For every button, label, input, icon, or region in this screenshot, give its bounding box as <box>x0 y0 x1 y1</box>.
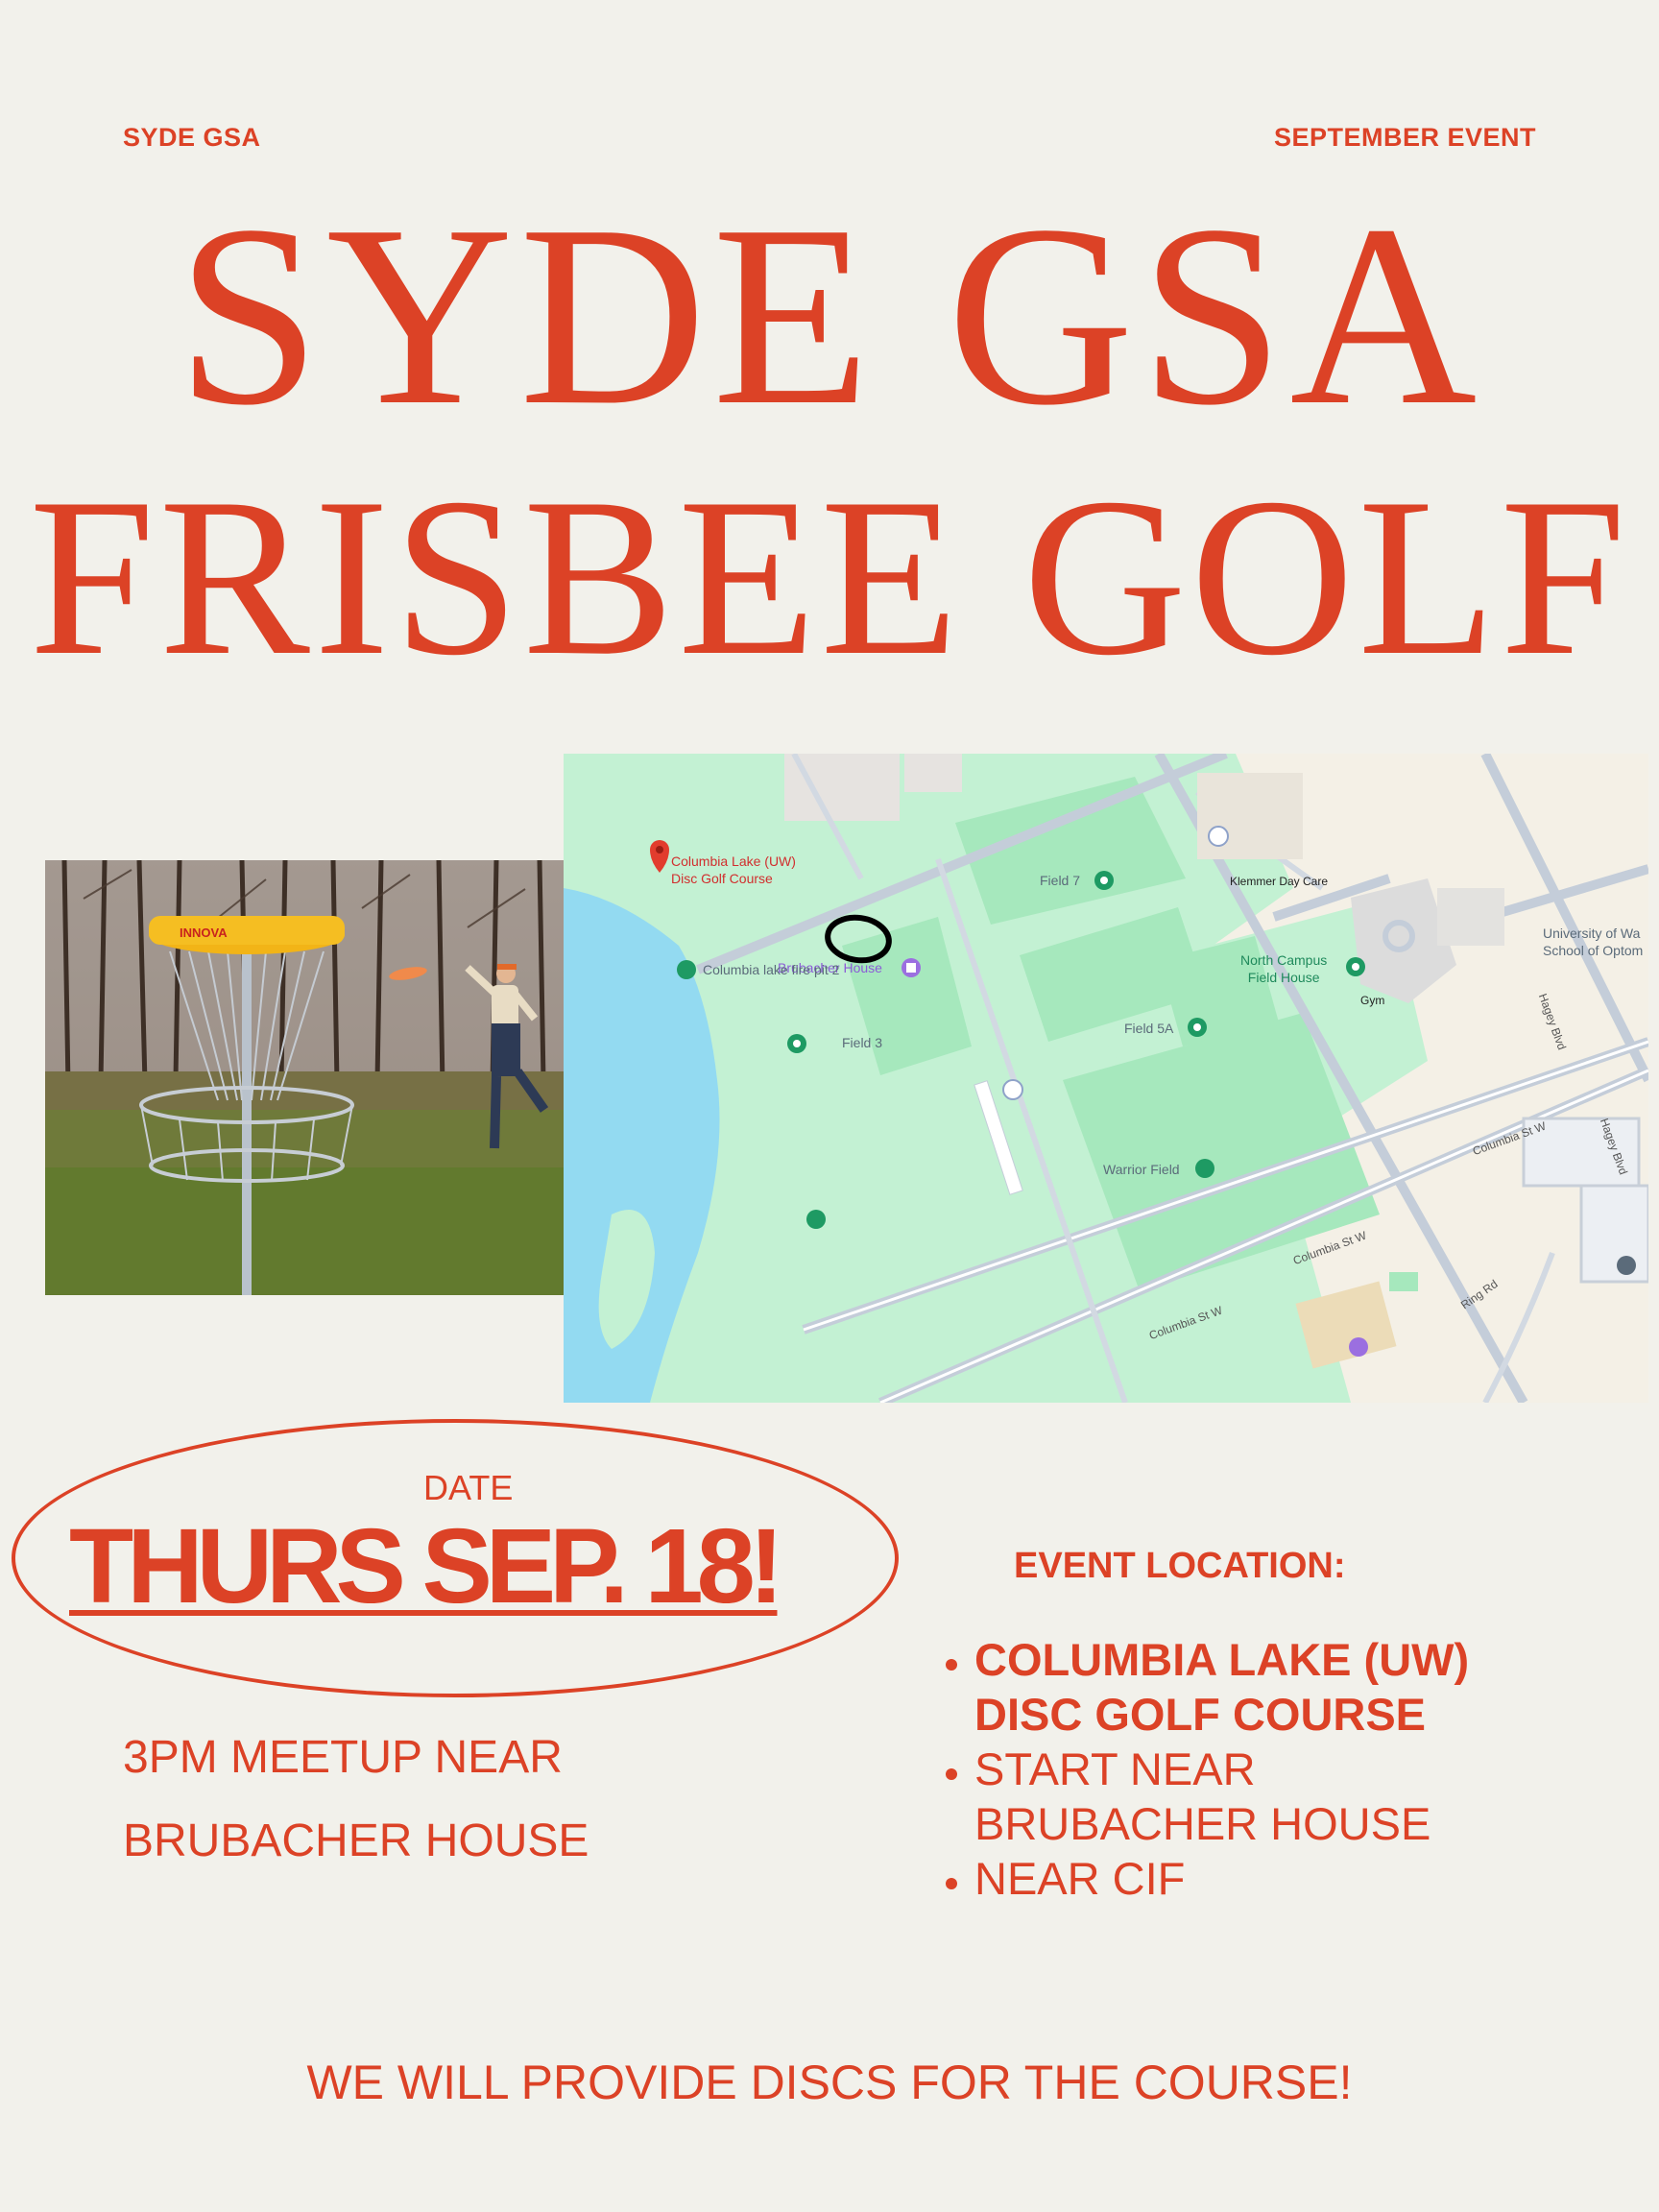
map-label-north-campus-line2: Field House <box>1247 970 1320 985</box>
organizer-label: SYDE GSA <box>123 123 261 152</box>
map-label-fire-pit: Columbia lake fire pit 2 <box>703 962 840 977</box>
title-line-2: FRISBEE GOLF <box>29 452 1630 703</box>
map-label-warrior-field: Warrior Field <box>1103 1162 1180 1177</box>
map-label-disc-golf-line2: Disc Golf Course <box>671 871 773 886</box>
meetup-time: 3PM MEETUP NEAR <box>123 1732 563 1783</box>
map-label-field-5a: Field 5A <box>1124 1021 1174 1036</box>
campus-map: Columbia Lake (UW) Disc Golf Course Fiel… <box>564 754 1648 1403</box>
meetup-place: BRUBACHER HOUSE <box>123 1815 589 1866</box>
map-label-field-3: Field 3 <box>842 1035 883 1050</box>
map-label-field-7: Field 7 <box>1040 873 1081 888</box>
map-label-disc-golf-line1: Columbia Lake (UW) <box>671 854 796 869</box>
disc-golf-photo: INNOVA <box>45 860 564 1295</box>
map-label-gym: Gym <box>1360 994 1385 1007</box>
map-label-north-campus-line1: North Campus <box>1240 952 1328 968</box>
title-line-1: SYDE GSA <box>176 172 1483 459</box>
basket-brand-text: INNOVA <box>180 926 228 940</box>
month-label: SEPTEMBER EVENT <box>1273 123 1536 152</box>
footer-note: WE WILL PROVIDE DISCS FOR THE COURSE! <box>306 2056 1353 2109</box>
map-label-klemmer: Klemmer Day Care <box>1230 875 1329 888</box>
location-item-course: COLUMBIA LAKE (UW) DISC GOLF COURSE <box>974 1632 1469 1742</box>
location-list: COLUMBIA LAKE (UW) DISC GOLF COURSE STAR… <box>936 1632 1469 1906</box>
date-label: DATE <box>423 1468 514 1507</box>
event-date: THURS SEP. 18! <box>69 1507 783 1625</box>
location-heading: EVENT LOCATION: <box>1014 1546 1346 1586</box>
map-label-uw-line1: University of Wa <box>1543 926 1641 941</box>
map-label-uw-line2: School of Optom <box>1543 943 1644 958</box>
location-item-start: START NEAR BRUBACHER HOUSE <box>974 1742 1469 1851</box>
location-item-cif: NEAR CIF <box>974 1851 1469 1906</box>
